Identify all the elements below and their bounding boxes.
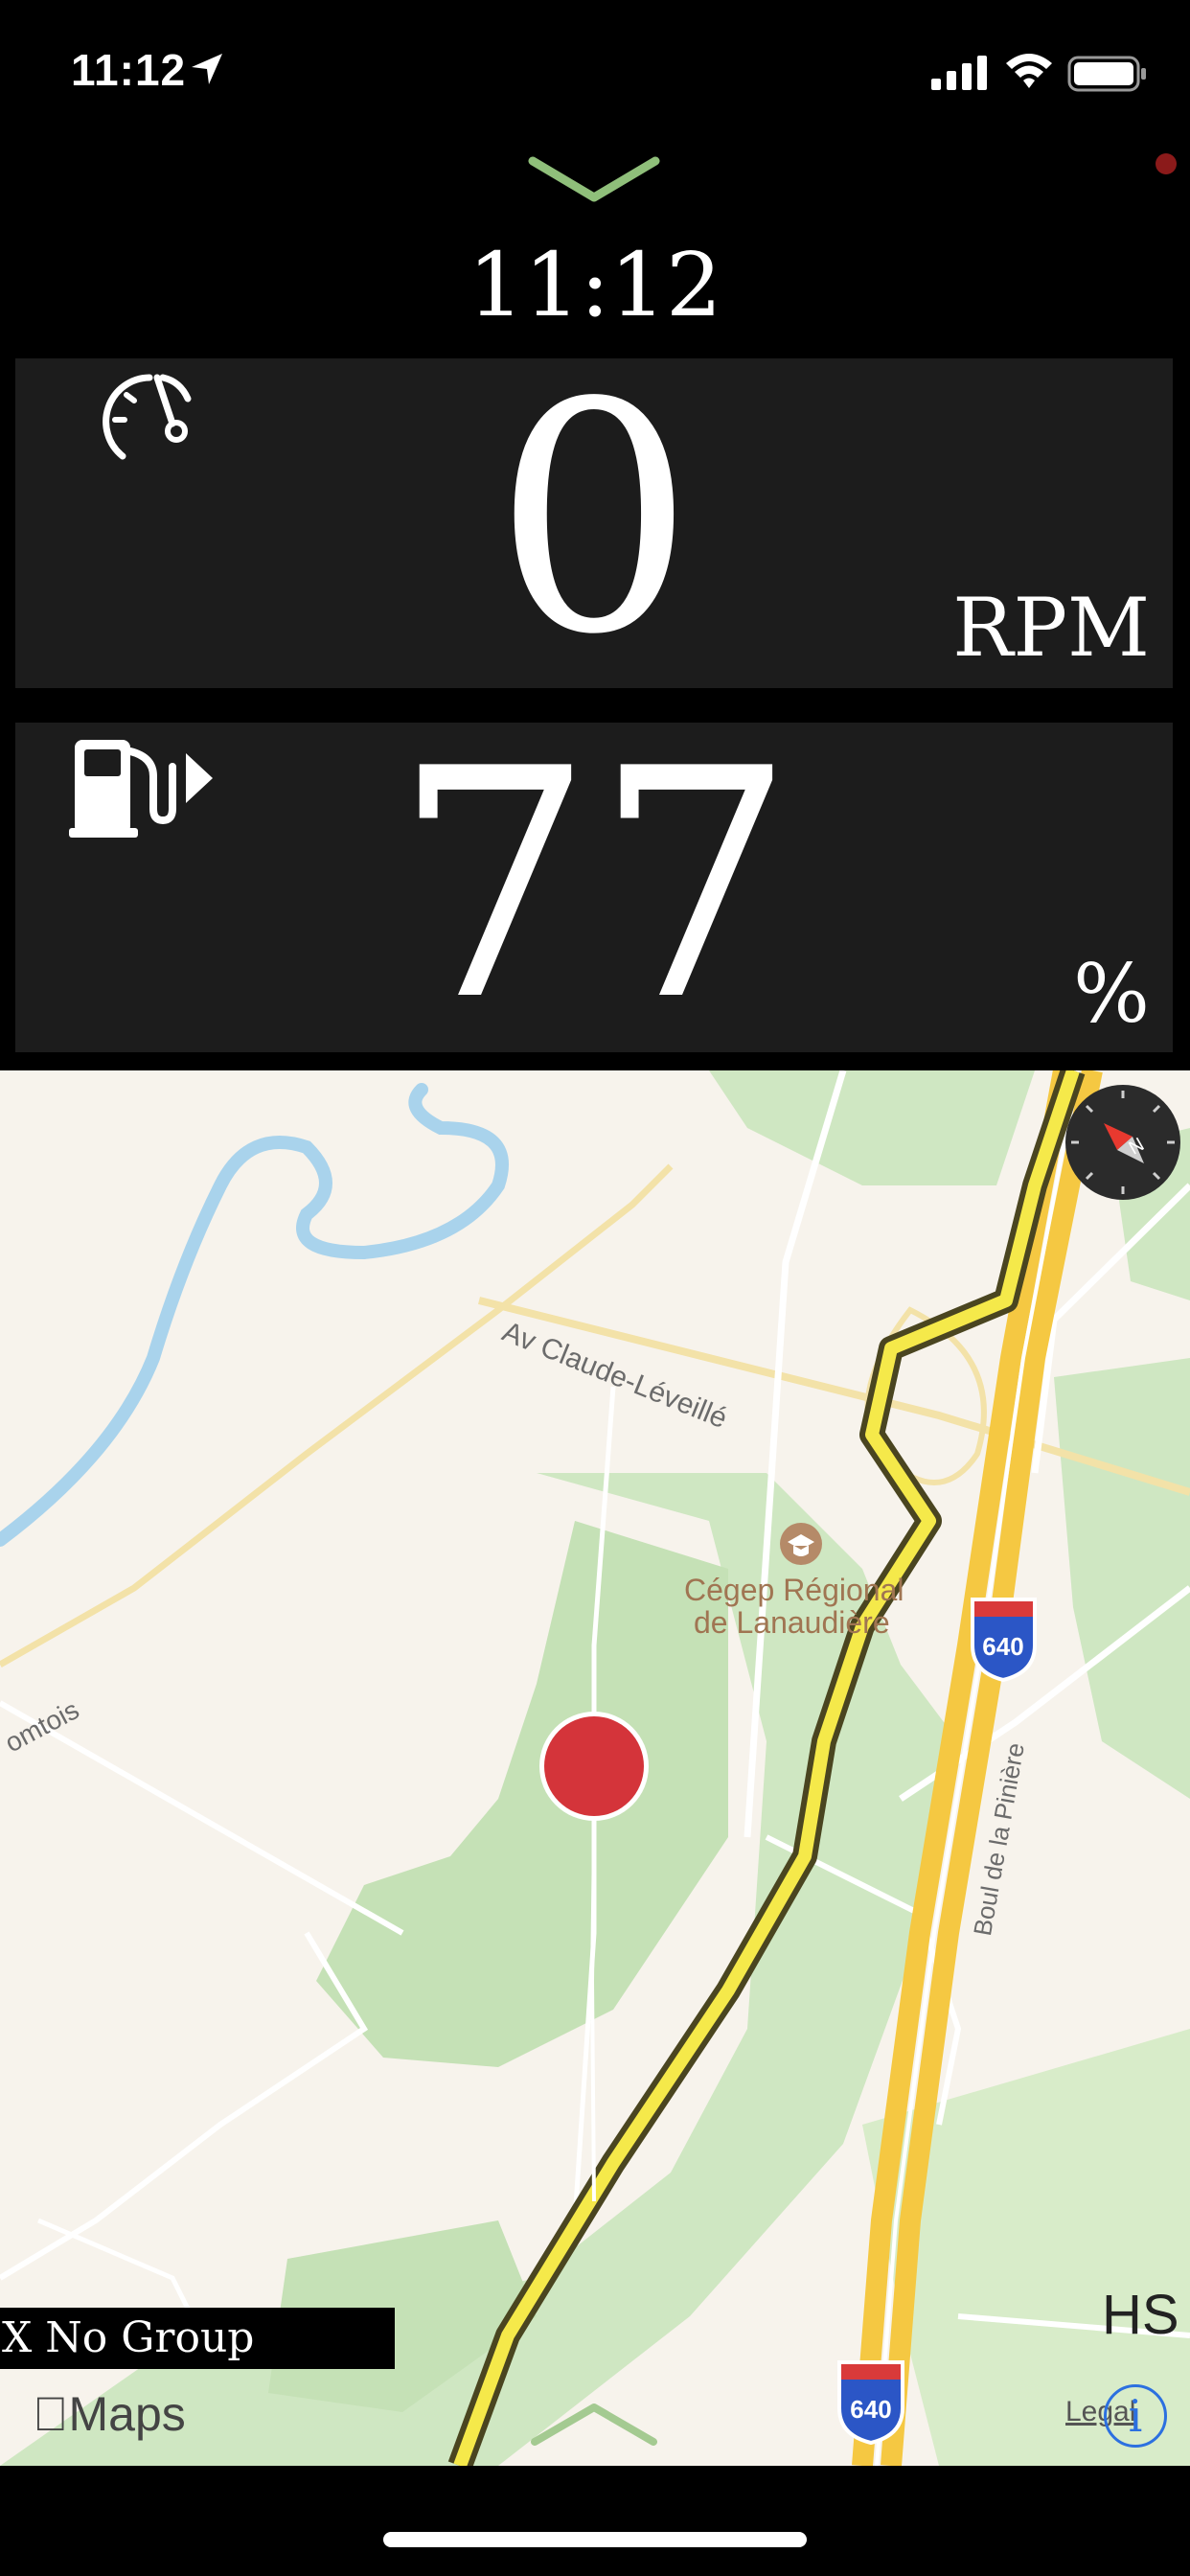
compass-icon[interactable]: N (1064, 1083, 1182, 1202)
highway-shield-640: 640 (982, 1632, 1023, 1661)
maps-logo-text: Maps (33, 2387, 186, 2441)
highway-shield-640: 640 (850, 2395, 891, 2424)
location-arrow-icon (192, 54, 222, 84)
status-time: 11:12 (71, 45, 187, 95)
chevron-down-icon[interactable] (527, 153, 661, 207)
rpm-unit: RPM (952, 581, 1150, 675)
hs-label: HS (1102, 2284, 1179, 2346)
recording-indicator (1156, 153, 1177, 174)
school-label: de Lanaudière (694, 1605, 890, 1640)
fuel-value: 77 (393, 702, 795, 1070)
apple-logo-icon:  (33, 2387, 69, 2441)
battery-icon (1067, 56, 1146, 92)
fuel-panel[interactable]: 77 % (15, 713, 1173, 1058)
chevron-up-icon[interactable] (529, 2396, 659, 2450)
rpm-panel[interactable]: 0 RPM (15, 347, 1173, 692)
school-label: Cégep Régional (684, 1573, 904, 1607)
wifi-icon (1006, 54, 1052, 88)
dashboard-clock: 11:12 (468, 234, 722, 336)
info-icon[interactable]: i (1104, 2384, 1167, 2448)
map-view[interactable]: 640 640 Av Claude-Léveillé Cégep Régiona… (0, 1070, 1190, 2466)
home-indicator[interactable] (383, 2532, 807, 2547)
apple-maps-logo: Maps (33, 2386, 186, 2442)
fuel-unit: % (1073, 947, 1150, 1041)
signal-icon (931, 56, 987, 90)
group-label[interactable]: X No Group (0, 2308, 395, 2369)
